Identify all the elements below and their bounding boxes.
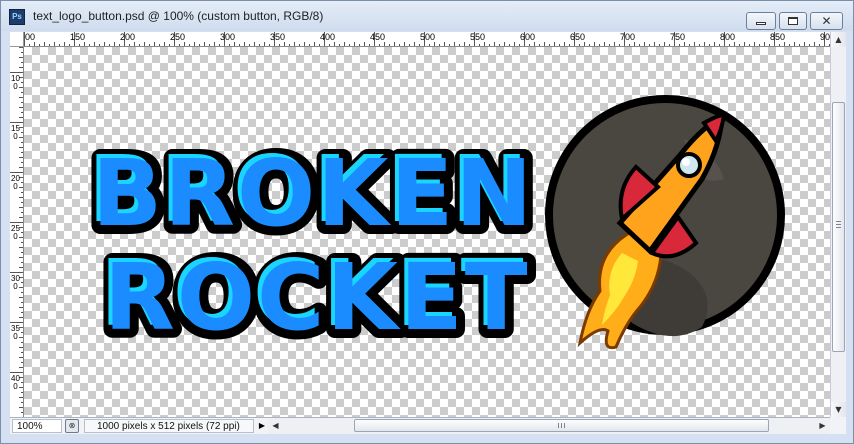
horizontal-ruler[interactable]: 00 150 200 250 300 350 400 450 500 550 6…: [24, 32, 830, 47]
document-window: Ps text_logo_button.psd @ 100% (custom b…: [0, 0, 854, 444]
ruler-label: 450: [370, 32, 386, 42]
photoshop-icon: Ps: [9, 9, 25, 25]
ruler-label: 300: [11, 274, 20, 291]
window-title: text_logo_button.psd @ 100% (custom butt…: [33, 9, 324, 23]
minimize-icon: [747, 13, 775, 29]
vertical-scrollbar[interactable]: ▲ ▼: [830, 32, 846, 417]
logo-line2: ROCKET: [104, 244, 529, 351]
ruler-label: 250: [170, 32, 186, 42]
document-info: 1000 pixels x 512 pixels (72 ppi): [84, 419, 254, 433]
ruler-label: 350: [270, 32, 286, 42]
ruler-label: 750: [670, 32, 686, 42]
scroll-up-button[interactable]: ▲: [831, 32, 846, 47]
ruler-label: 00: [25, 32, 36, 42]
scroll-right-button[interactable]: ▶: [815, 418, 830, 433]
status-bar: 100% ⊗ 1000 pixels x 512 pixels (72 ppi)…: [10, 417, 830, 434]
ruler-label: 250: [11, 224, 20, 241]
logo-line1: BROKEN: [92, 140, 534, 247]
ruler-label: 850: [770, 32, 786, 42]
vertical-ruler[interactable]: 100 150 200 250 300 350 400: [10, 47, 24, 417]
ruler-label: 400: [11, 374, 20, 391]
ruler-label: 800: [720, 32, 736, 42]
ruler-label: 100: [11, 74, 20, 91]
horizontal-scroll-thumb[interactable]: [354, 419, 769, 432]
ruler-label: 350: [11, 324, 20, 341]
ruler-label: 200: [120, 32, 136, 42]
ruler-label: 550: [470, 32, 486, 42]
ruler-label: 650: [570, 32, 586, 42]
grip-icon: [836, 221, 841, 228]
ruler-label: 500: [420, 32, 436, 42]
document-status-icon[interactable]: ⊗: [65, 419, 79, 433]
logo-artwork: BROKEN ROCKET BROKEN ROCKET BROKEN ROCKE…: [83, 95, 785, 360]
grip-icon: [558, 423, 565, 428]
document-canvas[interactable]: BROKEN ROCKET BROKEN ROCKET BROKEN ROCKE…: [24, 47, 830, 417]
ruler-label: 400: [320, 32, 336, 42]
resize-grip[interactable]: [830, 417, 846, 434]
maximize-icon: [780, 13, 806, 29]
scroll-left-button[interactable]: ◀: [268, 418, 283, 433]
ruler-label: 200: [11, 174, 20, 191]
ruler-label: 300: [220, 32, 236, 42]
title-bar[interactable]: Ps text_logo_button.psd @ 100% (custom b…: [1, 1, 853, 31]
minimize-button[interactable]: [746, 12, 776, 30]
close-icon: ✕: [821, 14, 832, 28]
status-menu-arrow[interactable]: ▶: [256, 419, 268, 433]
ruler-label: 150: [11, 124, 20, 141]
scroll-down-button[interactable]: ▼: [831, 402, 846, 417]
ruler-origin[interactable]: [10, 32, 24, 47]
ruler-label: 700: [620, 32, 636, 42]
horizontal-scrollbar[interactable]: ◀ ▶: [268, 418, 830, 434]
close-button[interactable]: ✕: [810, 12, 843, 30]
ruler-label: 90: [820, 32, 830, 42]
vertical-scroll-thumb[interactable]: [832, 102, 845, 352]
ruler-label: 600: [520, 32, 536, 42]
zoom-level-field[interactable]: 100%: [12, 419, 62, 433]
maximize-button[interactable]: [779, 12, 807, 30]
ruler-label: 150: [70, 32, 86, 42]
